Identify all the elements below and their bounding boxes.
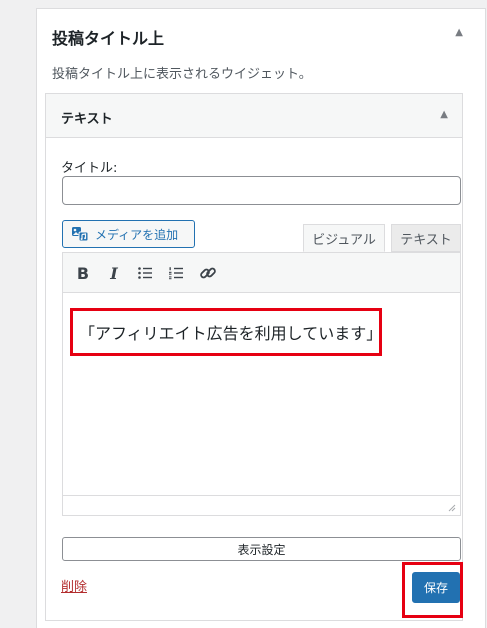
numbered-list-icon — [169, 267, 183, 280]
tab-visual[interactable]: ビジュアル — [303, 224, 385, 252]
tab-text[interactable]: テキスト — [391, 224, 461, 252]
add-media-button[interactable]: メディアを追加 — [62, 220, 195, 248]
widget-area-panel: 投稿タイトル上 ▲ 投稿タイトル上に表示されるウイジェット。 テキスト ▲ タイ… — [36, 8, 486, 628]
widget-area-description: 投稿タイトル上に表示されるウイジェット。 — [52, 67, 312, 82]
bullet-list-icon — [138, 267, 152, 279]
add-media-icon — [72, 227, 89, 242]
add-media-label: メディアを追加 — [95, 227, 179, 242]
bold-button[interactable]: B — [71, 262, 95, 284]
widget-title: テキスト — [61, 112, 113, 127]
bullet-list-button[interactable] — [133, 262, 157, 284]
display-settings-button[interactable]: 表示設定 — [62, 537, 461, 561]
editor-content-text[interactable]: 「アフィリエイト広告を利用しています」 — [70, 308, 382, 356]
editor-toolbar: B I — [63, 253, 460, 293]
title-input[interactable] — [62, 176, 461, 205]
title-field-label: タイトル: — [61, 161, 118, 176]
link-icon — [200, 267, 216, 279]
numbered-list-button[interactable] — [164, 262, 188, 284]
insert-link-button[interactable] — [196, 262, 220, 284]
arrow-up-icon[interactable]: ▲ — [440, 109, 448, 120]
arrow-up-icon[interactable]: ▲ — [455, 27, 463, 38]
content-editor[interactable]: B I 「アフィリエイト広告を利用しています」 — [62, 252, 461, 516]
widget-header[interactable]: テキスト ▲ — [46, 94, 462, 138]
widget-area-title[interactable]: 投稿タイトル上 — [52, 25, 164, 49]
italic-button[interactable]: I — [102, 262, 126, 284]
text-widget: テキスト ▲ タイトル: メディアを追加 ビジュアル テキスト B I 「アフィ… — [45, 93, 463, 621]
save-button[interactable]: 保存 — [412, 572, 460, 603]
resize-handle-icon[interactable] — [446, 502, 456, 512]
delete-link[interactable]: 削除 — [61, 576, 87, 595]
editor-status-bar — [63, 495, 460, 515]
